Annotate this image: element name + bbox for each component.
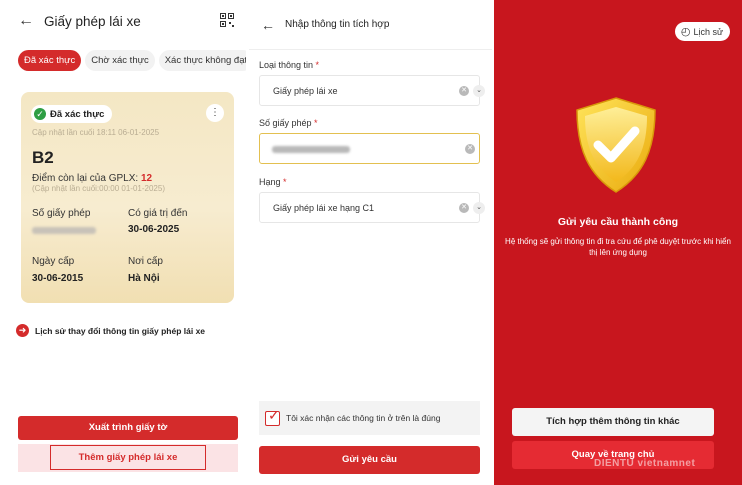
success-title: Gửi yêu cầu thành công: [557, 216, 679, 228]
points-updated: (Cập nhật lần cuối:00:00 01-01-2025): [32, 184, 165, 193]
header: ← Giấy phép lái xe: [0, 0, 246, 42]
success-screen: ◴ Lịch sử Gửi yêu cầu thành công Hệ thốn…: [494, 0, 742, 485]
license-no-redacted: [32, 227, 96, 234]
license-class: B2: [32, 148, 54, 167]
info-type-label: Loại thông tin *: [259, 60, 320, 70]
page-title: Giấy phép lái xe: [44, 13, 141, 29]
integrate-more-button[interactable]: Tích hợp thêm thông tin khác: [512, 408, 714, 436]
shield-check-icon: [576, 97, 656, 193]
back-arrow-icon[interactable]: ←: [261, 17, 275, 33]
history-clock-icon: ◴: [680, 26, 691, 38]
confirm-checkbox[interactable]: ✓: [265, 407, 280, 426]
present-document-button[interactable]: Xuất trình giấy tờ: [18, 416, 238, 440]
qr-scan-icon[interactable]: [220, 13, 234, 27]
remaining-points: Điểm còn lại của GPLX: 12: [32, 173, 153, 184]
info-type-select[interactable]: Giấy phép lái xe ✕ ⌄: [259, 75, 485, 106]
check-circle-icon: ✓: [34, 108, 46, 120]
confirm-checkbox-row[interactable]: ✓ Tôi xác nhận các thông tin ở trên là đ…: [259, 401, 480, 435]
page-title: Nhập thông tin tích hợp: [285, 19, 390, 30]
more-options-icon[interactable]: ⋮: [206, 104, 224, 122]
checkmark-icon: ✓: [268, 406, 280, 423]
class-select[interactable]: Giấy phép lái xe hạng C1 ✕ ⌄: [259, 192, 485, 223]
back-arrow-icon[interactable]: ←: [18, 12, 34, 30]
class-label: Hạng *: [259, 177, 287, 187]
history-button[interactable]: ◴ Lịch sử: [674, 22, 730, 41]
issue-date-label: Ngày cấp: [32, 256, 75, 267]
license-no-label: Số giấy phép *: [259, 118, 318, 128]
add-license-button[interactable]: Thêm giấy phép lái xe: [18, 444, 238, 472]
integration-form-screen: ← Nhập thông tin tích hợp Loại thông tin…: [249, 0, 492, 485]
watermark: DIENTU vietnamnet: [594, 458, 696, 469]
license-no-input[interactable]: ✕: [259, 133, 480, 164]
license-list-screen: ← Giấy phép lái xe Đã xác thực Chờ xác t…: [0, 0, 246, 485]
license-no-redacted: [272, 146, 350, 153]
clear-icon[interactable]: ✕: [459, 86, 469, 96]
chevron-down-icon[interactable]: ⌄: [473, 202, 485, 214]
last-updated: Cập nhật lần cuối 18:11 06-01-2025: [32, 128, 160, 137]
status-badge: ✓ Đã xác thực: [31, 105, 113, 123]
issue-place-label: Nơi cấp: [128, 256, 163, 267]
clear-icon[interactable]: ✕: [459, 203, 469, 213]
history-link[interactable]: ➜ Lịch sử thay đổi thông tin giấy phép l…: [16, 324, 205, 337]
issue-place-value: Hà Nội: [128, 273, 160, 284]
status-tabs: Đã xác thực Chờ xác thực Xác thực không …: [18, 50, 246, 71]
clear-icon[interactable]: ✕: [465, 144, 475, 154]
chevron-down-icon[interactable]: ⌄: [473, 85, 485, 97]
license-no-label: Số giấy phép: [32, 208, 91, 219]
tab-verified[interactable]: Đã xác thực: [18, 50, 82, 71]
issue-date-value: 30-06-2015: [32, 273, 84, 284]
valid-until-label: Có giá trị đến: [128, 208, 188, 219]
tab-failed[interactable]: Xác thực không đạt: [158, 50, 246, 71]
submit-request-button[interactable]: Gửi yêu cầu: [259, 446, 480, 474]
license-card[interactable]: ✓ Đã xác thực ⋮ Cập nhật lần cuối 18:11 …: [21, 92, 234, 303]
header: ← Nhập thông tin tích hợp: [249, 0, 492, 50]
valid-until-value: 30-06-2025: [128, 224, 180, 235]
success-description: Hệ thống sẽ gửi thông tin đi tra cứu để …: [505, 237, 731, 257]
arrow-right-circle-icon: ➜: [16, 324, 29, 337]
tab-pending[interactable]: Chờ xác thực: [85, 50, 155, 71]
